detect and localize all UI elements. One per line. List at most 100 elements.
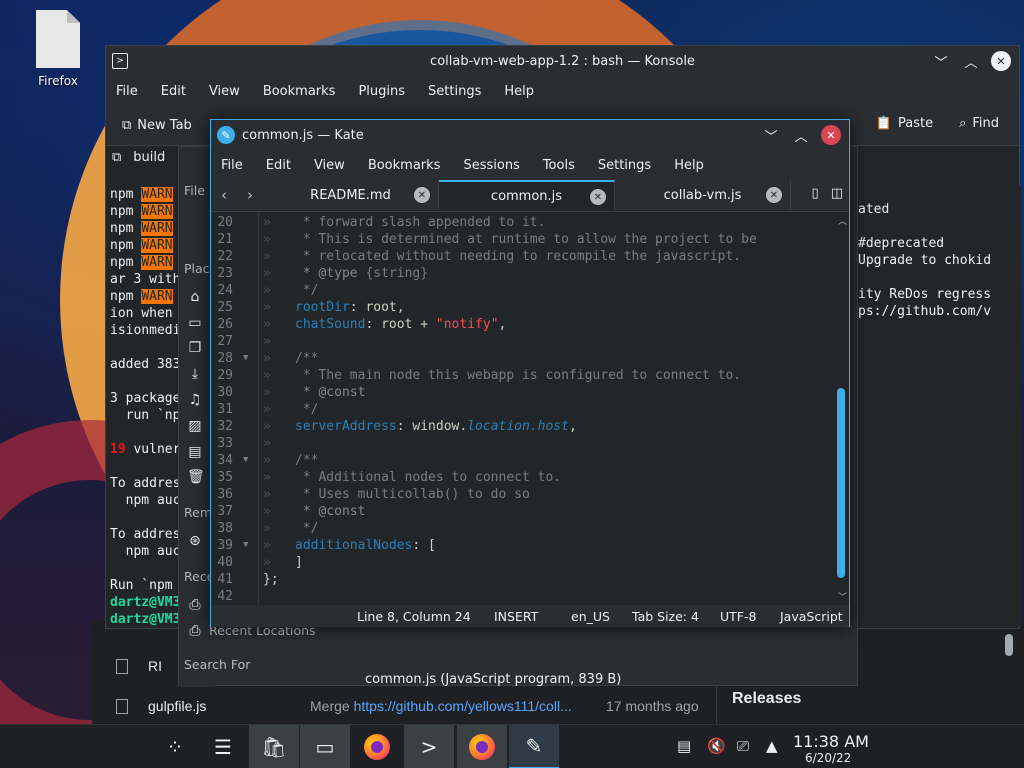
clipboard-icon[interactable]: ▤	[677, 737, 691, 755]
menu-view[interactable]: View	[209, 84, 240, 99]
desktop-icon-firefox[interactable]: Firefox	[28, 10, 88, 88]
menu-view[interactable]: View	[314, 158, 345, 173]
tab-readme[interactable]: README.md ✕	[263, 180, 439, 210]
videos-icon[interactable]: ▤	[187, 444, 203, 460]
code-line[interactable]: 36 » * Uses multicollab() to do so	[211, 486, 831, 503]
app-launcher-icon[interactable]: ⁘	[150, 725, 200, 768]
clock-time[interactable]: 11:38 AM	[793, 732, 869, 751]
konsole-tab-build[interactable]: ⧉ build	[112, 150, 165, 165]
input-mode[interactable]: INSERT	[494, 609, 538, 624]
scroll-down-icon[interactable]: ﹀	[838, 590, 847, 603]
kate-titlebar[interactable]: ✎ common.js — Kate ﹀ ︿ ✕	[211, 120, 849, 150]
menu-tools[interactable]: Tools	[543, 158, 575, 173]
close-tab-icon[interactable]: ✕	[590, 189, 606, 205]
tab-size[interactable]: Tab Size: 4	[632, 609, 699, 624]
network-icon[interactable]: ⊛	[187, 533, 203, 549]
code-line[interactable]: 33 »	[211, 435, 831, 452]
menu-bookmarks[interactable]: Bookmarks	[368, 158, 441, 173]
code-line[interactable]: 35 » * Additional nodes to connect to.	[211, 469, 831, 486]
terminal-scrollbar[interactable]	[1005, 236, 1013, 656]
chevron-right-icon[interactable]: ›	[237, 180, 263, 210]
discover-icon[interactable]: 🛍	[249, 725, 299, 768]
find-button[interactable]: ⌕ Find	[959, 116, 999, 131]
system-settings-icon[interactable]: ☰	[198, 725, 248, 768]
editor-scrollbar[interactable]	[837, 218, 845, 590]
menu-file[interactable]: File	[221, 158, 243, 173]
menu-settings[interactable]: Settings	[428, 84, 481, 99]
dolphin-icon[interactable]: ▭	[300, 725, 350, 768]
code-line[interactable]: 42	[211, 588, 831, 605]
konsole-titlebar[interactable]: > collab-vm-web-app-1.2 : bash — Konsole…	[106, 46, 1019, 76]
new-tab-button[interactable]: ⧉ New Tab	[122, 118, 192, 133]
menu-help[interactable]: Help	[504, 84, 534, 99]
commit-link[interactable]: https://github.com/yellows111/coll...	[354, 698, 572, 714]
code-line[interactable]: 23 » * @type {string}	[211, 265, 831, 282]
code-line[interactable]: 26 » chatSound: root + "notify",	[211, 316, 831, 333]
fold-marker-icon[interactable]: ▼	[243, 350, 248, 367]
close-tab-icon[interactable]: ✕	[414, 187, 430, 203]
firefox-icon[interactable]	[352, 725, 402, 768]
maximize-icon[interactable]: ︿	[791, 125, 811, 145]
code-line[interactable]: 37 » * @const	[211, 503, 831, 520]
code-line[interactable]: 40 »]	[211, 554, 831, 571]
chevron-left-icon[interactable]: ‹	[211, 180, 237, 210]
menu-help[interactable]: Help	[674, 158, 704, 173]
recent-files-icon[interactable]: ⎙	[187, 597, 203, 613]
close-tab-icon[interactable]: ✕	[766, 187, 782, 203]
code-line[interactable]: 38 » */	[211, 520, 831, 537]
recent-locations-icon[interactable]: ⎙	[187, 623, 203, 639]
fold-marker-icon[interactable]: ▼	[243, 537, 248, 554]
chevron-up-icon[interactable]: ▲	[766, 737, 778, 755]
menu-edit[interactable]: Edit	[266, 158, 291, 173]
fold-marker-icon[interactable]: ▼	[243, 452, 248, 469]
code-line[interactable]: 24 » */	[211, 282, 831, 299]
trash-icon[interactable]: 🗑	[187, 469, 205, 485]
paste-button[interactable]: 📋 Paste	[876, 116, 933, 131]
firefox-icon[interactable]	[457, 725, 507, 768]
tab-common-js[interactable]: common.js ✕	[439, 180, 615, 210]
code-line[interactable]: 39 ▼ » additionalNodes: [	[211, 537, 831, 554]
code-line[interactable]: 21 » * This is determined at runtime to a…	[211, 231, 831, 248]
file-name[interactable]: gulpfile.js	[148, 698, 206, 714]
code-line[interactable]: 34 ▼ » /**	[211, 452, 831, 469]
close-icon[interactable]: ✕	[991, 51, 1011, 71]
volume-muted-icon[interactable]: 🔇	[707, 737, 726, 755]
code-line[interactable]: 31 » */	[211, 401, 831, 418]
home-icon[interactable]: ⌂	[187, 289, 203, 305]
new-document-icon[interactable]: ▯	[812, 186, 819, 201]
tab-collab-vm-js[interactable]: collab-vm.js ✕	[615, 180, 791, 210]
code-editor[interactable]: 20 » * forward slash appended to it. 21 » *…	[211, 211, 849, 605]
code-line[interactable]: 22 » * relocated without needing to recom…	[211, 248, 831, 265]
scrollbar-thumb[interactable]	[837, 388, 845, 578]
menu-edit[interactable]: Edit	[161, 84, 186, 99]
kate-icon[interactable]: ✎	[509, 725, 559, 768]
menu-file[interactable]: File	[184, 183, 205, 198]
konsole-icon[interactable]: >	[404, 725, 454, 768]
close-icon[interactable]: ✕	[821, 125, 841, 145]
minimize-icon[interactable]: ﹀	[761, 125, 781, 145]
code-line[interactable]: 32 » serverAddress: window.location.host,	[211, 418, 831, 435]
file-row[interactable]: gulpfile.js Merge https://github.com/yel…	[116, 691, 716, 721]
cursor-position[interactable]: Line 8, Column 24	[357, 609, 471, 624]
code-line[interactable]: 30 » * @const	[211, 384, 831, 401]
code-line[interactable]: 29 » * The main node this webapp is confi…	[211, 367, 831, 384]
clock-date[interactable]: 6/20/22	[805, 751, 851, 765]
code-line[interactable]: 25 » rootDir: root,	[211, 299, 831, 316]
code-line[interactable]: 20 » * forward slash appended to it.	[211, 214, 831, 231]
menu-bookmarks[interactable]: Bookmarks	[263, 84, 336, 99]
pictures-icon[interactable]: ▨	[187, 418, 203, 434]
downloads-icon[interactable]: ⤓	[187, 366, 203, 382]
network-icon[interactable]: ⎚	[737, 737, 749, 755]
code-line[interactable]: 28 ▼ » /**	[211, 350, 831, 367]
code-line[interactable]: 27 »	[211, 333, 831, 350]
code-line[interactable]: 41};	[211, 571, 831, 588]
menu-plugins[interactable]: Plugins	[358, 84, 405, 99]
file-name[interactable]: RI	[148, 658, 162, 674]
syntax-mode[interactable]: JavaScript	[780, 609, 843, 624]
desktop-icon[interactable]: ▭	[187, 315, 203, 331]
music-icon[interactable]: ♫	[187, 392, 203, 408]
encoding[interactable]: UTF-8	[720, 609, 756, 624]
documents-icon[interactable]: ❐	[187, 340, 203, 356]
dictionary-language[interactable]: en_US	[571, 609, 610, 624]
split-view-icon[interactable]: ◫	[831, 186, 843, 201]
